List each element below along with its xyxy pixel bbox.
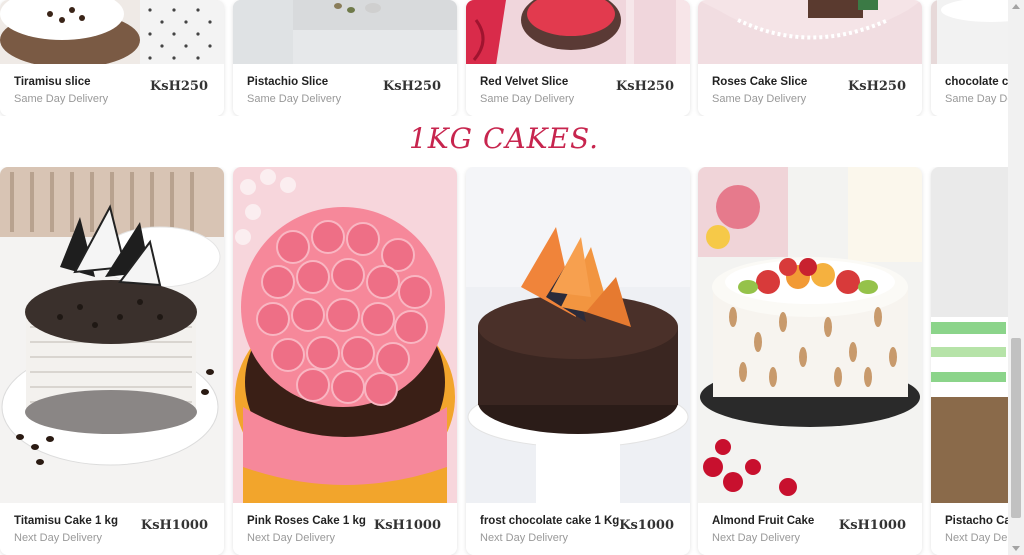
product-price: KsH1000 — [373, 518, 441, 533]
scrollbar-thumb[interactable] — [1011, 338, 1021, 518]
product-info: Pistachio Slice Same Day Delivery KsH250 — [233, 64, 457, 116]
product-card[interactable]: chocolate c Same Day De — [931, 0, 1008, 116]
product-image[interactable] — [698, 0, 922, 65]
product-image[interactable] — [233, 167, 457, 503]
product-card[interactable]: frost chocolate cake 1 Kg Next Day Deliv… — [466, 167, 690, 555]
delivery-label: Next Day Delivery — [480, 532, 569, 544]
product-name[interactable]: Titamisu Cake 1 kg — [14, 515, 118, 527]
delivery-label: Next Day Delivery — [712, 532, 801, 544]
product-info: Red Velvet Slice Same Day Delivery KsH25… — [466, 64, 690, 116]
product-price: Ks1000 — [619, 518, 674, 533]
product-name[interactable]: chocolate c — [945, 76, 1008, 88]
product-name[interactable]: Roses Cake Slice — [712, 76, 807, 88]
product-image[interactable] — [931, 0, 1008, 65]
product-name[interactable]: Pistacho Ca — [945, 515, 1008, 527]
product-name[interactable]: Almond Fruit Cake — [712, 515, 814, 527]
product-price: KsH1000 — [838, 518, 906, 533]
delivery-label: Next Day Delivery — [247, 532, 336, 544]
product-name[interactable]: Pink Roses Cake 1 kg — [247, 515, 366, 527]
delivery-label: Same Day Delivery — [14, 93, 109, 105]
product-card[interactable]: Red Velvet Slice Same Day Delivery KsH25… — [466, 0, 690, 116]
product-price: KsH250 — [847, 79, 906, 94]
product-info: Tiramisu slice Same Day Delivery KsH250 — [0, 64, 224, 116]
product-image[interactable] — [931, 167, 1008, 503]
product-name[interactable]: Pistachio Slice — [247, 76, 328, 88]
product-image[interactable] — [466, 167, 690, 503]
product-price: KsH1000 — [140, 518, 208, 533]
product-name[interactable]: frost chocolate cake 1 Kg — [480, 515, 619, 527]
slices-carousel: Tiramisu slice Same Day Delivery KsH250 … — [0, 0, 1008, 116]
product-image[interactable] — [233, 0, 457, 65]
product-price: KsH250 — [149, 79, 208, 94]
product-price: KsH250 — [615, 79, 674, 94]
product-info: Pink Roses Cake 1 kg Next Day Delivery K… — [233, 503, 457, 555]
section-title: 1KG CAKES. — [408, 122, 600, 155]
product-image[interactable] — [0, 167, 224, 503]
delivery-label: Next Day Deliv — [945, 532, 1008, 544]
product-info: Almond Fruit Cake Next Day Delivery KsH1… — [698, 503, 922, 555]
product-image[interactable] — [466, 0, 690, 65]
product-info: Roses Cake Slice Same Day Delivery KsH25… — [698, 64, 922, 116]
product-card[interactable]: Pistachio Slice Same Day Delivery KsH250 — [233, 0, 457, 116]
arrow-up-icon[interactable] — [1012, 4, 1020, 9]
product-card[interactable]: Pink Roses Cake 1 kg Next Day Delivery K… — [233, 167, 457, 555]
product-image[interactable] — [0, 0, 224, 65]
page-scrollbar[interactable] — [1008, 0, 1024, 555]
cakes-carousel: Titamisu Cake 1 kg Next Day Delivery KsH… — [0, 167, 1008, 555]
product-info: Titamisu Cake 1 kg Next Day Delivery KsH… — [0, 503, 224, 555]
product-price: KsH250 — [382, 79, 441, 94]
product-name[interactable]: Tiramisu slice — [14, 76, 91, 88]
product-info: frost chocolate cake 1 Kg Next Day Deliv… — [466, 503, 690, 555]
arrow-down-icon[interactable] — [1012, 546, 1020, 551]
product-card[interactable]: Roses Cake Slice Same Day Delivery KsH25… — [698, 0, 922, 116]
product-image[interactable] — [698, 167, 922, 503]
product-card[interactable]: Pistacho Ca Next Day Deliv — [931, 167, 1008, 555]
product-info: Pistacho Ca Next Day Deliv — [931, 503, 1008, 555]
product-info: chocolate c Same Day De — [931, 64, 1008, 116]
product-name[interactable]: Red Velvet Slice — [480, 76, 568, 88]
delivery-label: Same Day Delivery — [712, 93, 807, 105]
delivery-label: Next Day Delivery — [14, 532, 103, 544]
delivery-label: Same Day De — [945, 93, 1008, 105]
product-card[interactable]: Titamisu Cake 1 kg Next Day Delivery KsH… — [0, 167, 224, 555]
delivery-label: Same Day Delivery — [247, 93, 342, 105]
product-card[interactable]: Almond Fruit Cake Next Day Delivery KsH1… — [698, 167, 922, 555]
product-card[interactable]: Tiramisu slice Same Day Delivery KsH250 — [0, 0, 224, 116]
delivery-label: Same Day Delivery — [480, 93, 575, 105]
